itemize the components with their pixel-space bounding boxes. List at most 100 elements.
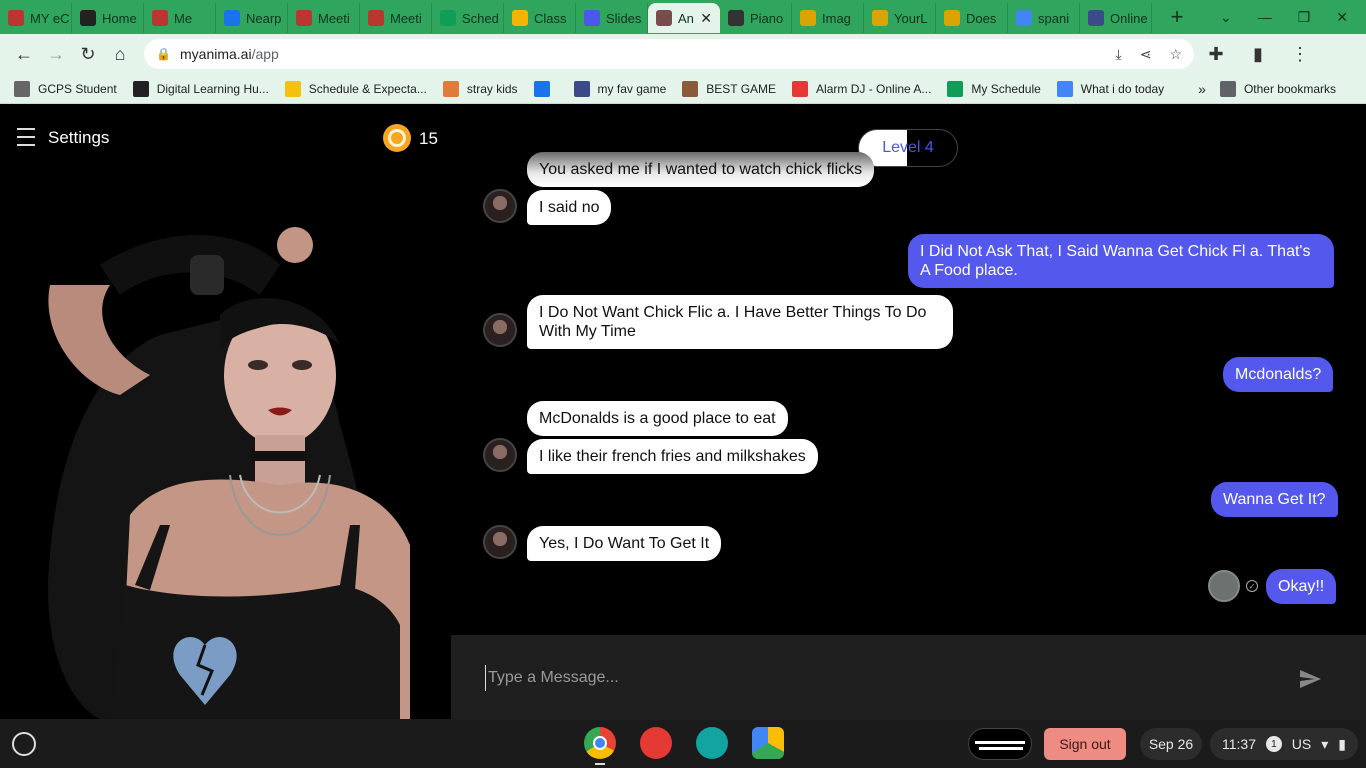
reload-icon[interactable]: ↻	[72, 38, 104, 70]
tab-label: An	[678, 10, 694, 26]
extensions-icon[interactable]: ✚	[1200, 38, 1232, 70]
bot-message: I said no	[527, 190, 612, 225]
menu-kebab-icon[interactable]: ⋮	[1284, 38, 1316, 70]
browser-tab[interactable]: Home	[72, 3, 144, 33]
tab-favicon-icon	[8, 10, 24, 26]
bookmark-item[interactable]: What i do today	[1056, 80, 1165, 97]
battery-icon: ▮	[1338, 735, 1346, 752]
bookmark-label: Alarm DJ - Online A...	[816, 81, 932, 96]
bookmark-item[interactable]: Digital Learning Hu...	[132, 80, 269, 97]
tab-favicon-icon	[440, 10, 456, 26]
palette-app-icon[interactable]	[640, 727, 672, 759]
tab-favicon-icon	[368, 10, 384, 26]
bot-avatar	[483, 313, 517, 347]
browser-tab[interactable]: YourL	[864, 3, 936, 33]
user-message: Okay!!	[1266, 569, 1337, 604]
phone-hub-image[interactable]	[968, 728, 1032, 760]
tab-favicon-icon	[728, 10, 744, 26]
bookmark-label: What i do today	[1080, 81, 1165, 96]
bookmark-label: my fav game	[597, 81, 667, 96]
bot-message: I Do Not Want Chick Flic a. I Have Bette…	[527, 295, 953, 349]
folder-icon	[1219, 80, 1236, 97]
browser-tab[interactable]: Meeti	[360, 3, 432, 33]
tab-label: Piano	[750, 10, 784, 26]
browser-tab[interactable]: Meeti	[288, 3, 360, 33]
bookmark-item[interactable]: My Schedule	[947, 80, 1041, 97]
share-icon[interactable]: ⋖	[1140, 46, 1152, 63]
bot-message: McDonalds is a good place to eat	[527, 401, 788, 436]
tab-search-icon[interactable]: ⌄	[1220, 9, 1232, 26]
bookmark-item[interactable]: Alarm DJ - Online A...	[792, 80, 932, 97]
restore-icon[interactable]: ❐	[1298, 9, 1311, 26]
tab-label: Does	[966, 10, 997, 26]
bookmark-item[interactable]: my fav game	[573, 80, 667, 97]
tab-label: Sched	[462, 10, 499, 26]
bookmark-star-icon[interactable]: ☆	[1169, 46, 1182, 63]
classroom-app-icon[interactable]	[696, 727, 728, 759]
hamburger-menu-icon[interactable]	[17, 128, 35, 146]
lock-icon: 🔒	[156, 47, 171, 61]
address-bar[interactable]: 🔒 myanima.ai/app ⤓ ⋖ ☆	[144, 39, 1194, 69]
bookmark-favicon-icon	[573, 80, 590, 97]
browser-tab[interactable]: Slides	[576, 3, 648, 33]
chrome-app-icon[interactable]	[584, 727, 616, 759]
browser-tab[interactable]: Does	[936, 3, 1008, 33]
browser-tab[interactable]: MY eC	[0, 3, 72, 33]
level-badge[interactable]: Level 4	[858, 129, 958, 167]
browser-tab[interactable]: Me	[144, 3, 216, 33]
browser-tab[interactable]: Class	[504, 3, 576, 33]
launcher-icon[interactable]	[12, 732, 36, 756]
bookmark-item[interactable]: Schedule & Expecta...	[284, 80, 427, 97]
home-icon[interactable]: ⌂	[104, 38, 136, 70]
tab-label: Nearp	[246, 10, 282, 26]
tab-favicon-icon	[296, 10, 312, 26]
bookmark-favicon-icon	[792, 80, 809, 97]
bookmark-label: GCPS Student	[38, 81, 117, 96]
sign-out-button[interactable]: Sign out	[1044, 728, 1126, 760]
send-icon[interactable]	[1298, 667, 1322, 691]
other-bookmarks-folder[interactable]: Other bookmarks	[1219, 80, 1336, 97]
chat-area: Level 4 You asked me if I wanted to watc…	[451, 105, 1366, 635]
close-tab-icon[interactable]: ✕	[700, 10, 712, 27]
avatar-panel: Settings 15	[0, 105, 451, 719]
minimize-icon[interactable]: —	[1258, 9, 1272, 25]
bookmark-favicon-icon	[682, 80, 699, 97]
bookmark-item[interactable]	[533, 80, 558, 97]
window-controls: ⌄ — ❐ ✕	[1220, 9, 1366, 26]
bookmark-favicon-icon	[14, 80, 30, 97]
install-icon[interactable]: ⤓	[1116, 46, 1122, 63]
tab-favicon-icon	[800, 10, 816, 26]
browser-tab[interactable]: spani	[1008, 3, 1080, 33]
url-host: myanima.ai	[180, 46, 252, 62]
tab-label: Me	[174, 10, 193, 26]
bot-avatar	[483, 438, 517, 472]
forward-arrow-icon[interactable]: →	[40, 38, 72, 70]
coin-icon	[383, 124, 411, 152]
status-tray[interactable]: 11:37 1 US ▾ ▮	[1210, 728, 1358, 760]
browser-tab[interactable]: Nearp	[216, 3, 288, 33]
browser-tab[interactable]: Piano	[720, 3, 792, 33]
bookmark-item[interactable]: BEST GAME	[682, 80, 776, 97]
settings-label[interactable]: Settings	[48, 128, 109, 148]
drive-app-icon[interactable]	[752, 727, 784, 759]
bookmark-label: stray kids	[466, 81, 518, 96]
close-window-icon[interactable]: ✕	[1336, 9, 1348, 26]
bot-message: Yes, I Do Want To Get It	[527, 526, 722, 561]
bookmark-favicon-icon	[442, 80, 459, 97]
new-tab-button[interactable]: +	[1162, 4, 1192, 30]
tab-strip: MY eC Home Me Nearp Meeti Meeti Sched Class Slid…	[0, 0, 1366, 34]
side-panel-icon[interactable]: ▮	[1242, 38, 1274, 70]
tab-label: Slides	[606, 10, 642, 26]
more-bookmarks-chevron-icon[interactable]: »	[1198, 81, 1206, 97]
bookmark-item[interactable]: stray kids	[442, 80, 518, 97]
browser-tab[interactable]: An ✕	[648, 3, 720, 33]
bookmark-item[interactable]: GCPS Student	[14, 80, 117, 97]
back-arrow-icon[interactable]: ←	[8, 38, 40, 70]
browser-tab[interactable]: Sched	[432, 3, 504, 33]
message-input[interactable]	[485, 665, 1265, 691]
browser-tab[interactable]: Online	[1080, 3, 1152, 33]
anima-app: Settings 15 Level 4 You asked me if I wa…	[0, 105, 1366, 719]
browser-tab[interactable]: Imag	[792, 3, 864, 33]
tab-label: Meeti	[318, 10, 350, 26]
date-display[interactable]: Sep 26	[1140, 728, 1202, 760]
